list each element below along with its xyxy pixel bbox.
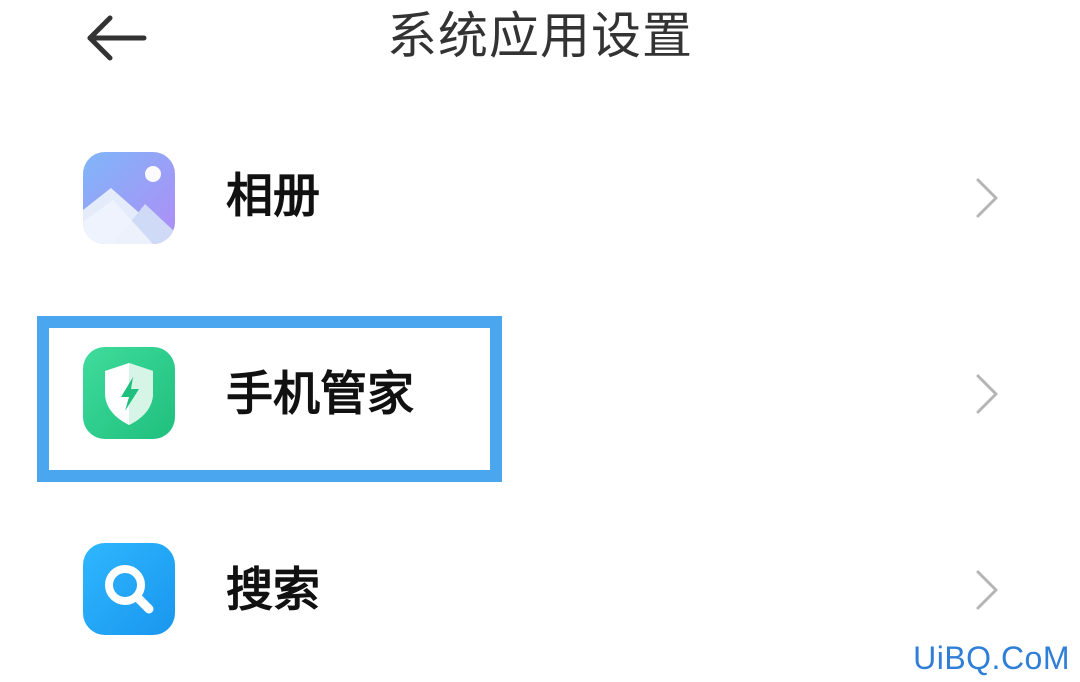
search-icon — [83, 543, 175, 635]
list-item-label: 手机管家 — [226, 367, 414, 422]
list-item-label: 相册 — [226, 169, 320, 224]
header-bar: 系统应用设置 — [0, 0, 1080, 80]
gallery-icon — [83, 152, 175, 244]
chevron-right-icon — [972, 372, 1002, 416]
chevron-right-icon — [972, 568, 1002, 612]
list-item-phone-manager[interactable]: 手机管家 — [0, 332, 1080, 462]
watermark: UiBQ.CoM — [913, 640, 1070, 676]
page-title: 系统应用设置 — [387, 7, 693, 65]
list-item-gallery[interactable]: 相册 — [0, 132, 1080, 262]
chevron-right-icon — [972, 176, 1002, 220]
security-shield-icon — [83, 347, 175, 439]
list-item-label: 搜索 — [226, 563, 320, 618]
